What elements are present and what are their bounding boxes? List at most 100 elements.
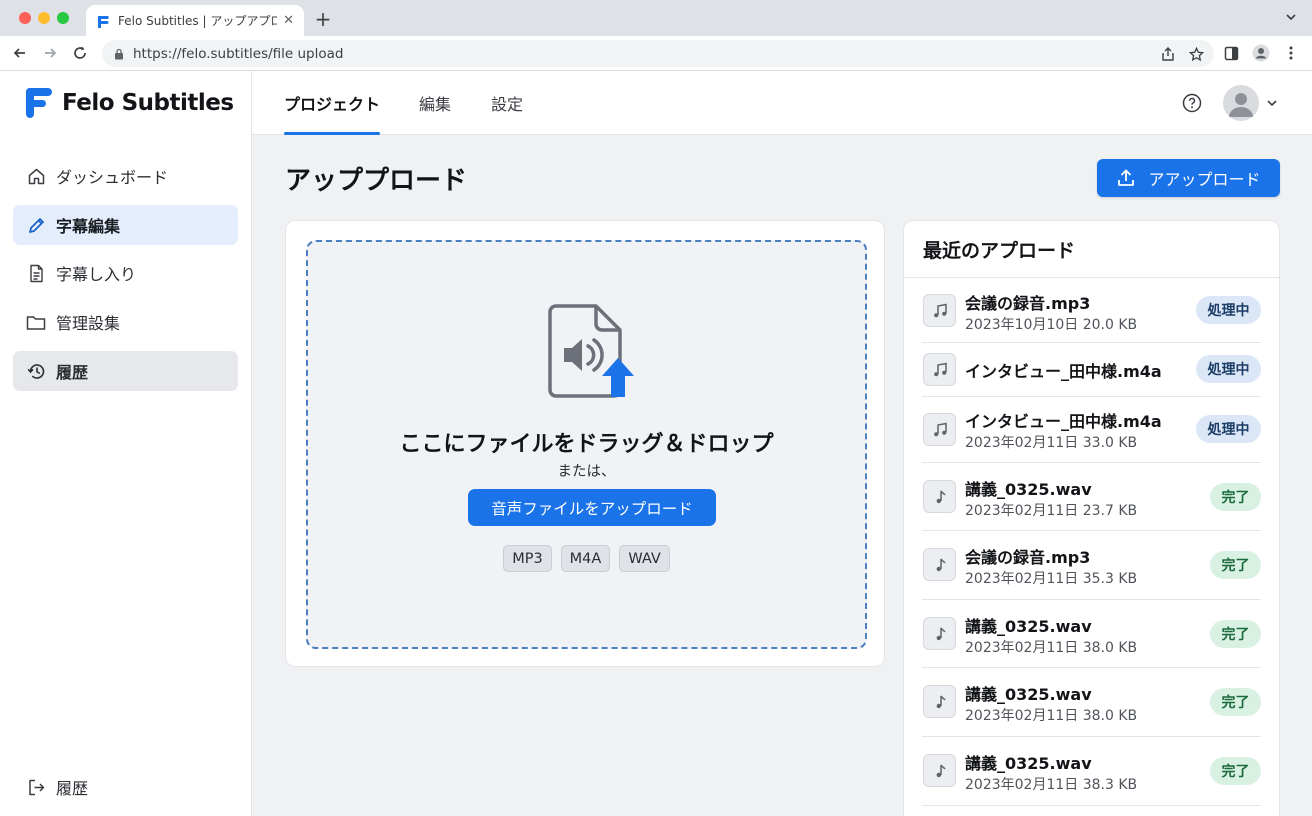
file-name: 講義_0325.wav <box>965 617 1092 636</box>
avatar[interactable] <box>1223 85 1259 121</box>
drop-or-text: または、 <box>557 464 616 480</box>
file-name: 講義_0325.wav <box>965 754 1092 773</box>
file-name: 講義_0325.wav <box>965 685 1092 704</box>
sidebar-item-management[interactable]: 管理設集 <box>13 302 238 342</box>
brand-name: Felo Subtitles <box>62 89 234 116</box>
format-chip: MP3 <box>503 545 552 572</box>
file-name: 講義_0325.wav <box>965 480 1092 499</box>
minimize-window-button[interactable] <box>38 12 50 24</box>
drop-title: ここにファイルをドラッグ＆ドロップ <box>399 432 774 457</box>
folder-icon <box>26 312 46 332</box>
profile-icon[interactable] <box>1252 44 1270 62</box>
list-item[interactable]: 会議の録音.mp3 2023年10月10日 20.0 KB 処理中 <box>922 278 1261 343</box>
new-tab-button[interactable]: + <box>314 7 332 31</box>
file-meta: 2023年02月11日 38.0 KB <box>965 640 1138 656</box>
file-meta: 2023年02月11日 33.0 KB <box>965 435 1138 451</box>
format-chip: WAV <box>619 545 670 572</box>
browser-tab-bar: Felo Subtitles | アップアプロード ✕ + <box>0 0 1312 36</box>
url-text: https://felo.subtitles/file upload <box>133 45 344 62</box>
recent-uploads-panel: 最近のアプロード 会議の録音.mp3 2023年10月10日 20.0 KB 処… <box>903 220 1280 816</box>
file-meta: 2023年10月10日 20.0 KB <box>965 317 1138 333</box>
status-badge: 完了 <box>1210 688 1261 716</box>
help-icon[interactable] <box>1182 93 1202 113</box>
tab-close-icon[interactable]: ✕ <box>283 13 294 28</box>
status-badge: 完了 <box>1210 551 1261 579</box>
upload-button[interactable]: アアップロード <box>1097 159 1280 197</box>
side-panel-icon[interactable] <box>1222 44 1240 62</box>
choose-audio-file-button[interactable]: 音声ファイルをアップロード <box>468 489 716 526</box>
status-badge: 処理中 <box>1196 355 1261 383</box>
drop-zone[interactable]: ここにファイルをドラッグ＆ドロップ または、 音声ファイルをアップロード MP3… <box>306 240 867 649</box>
list-item[interactable]: 講義_0325.wav 2023年02月11日 23.7 KB 完了 <box>922 463 1261 531</box>
music-note-icon <box>923 353 956 386</box>
sidebar-item-subtitle-edit[interactable]: 字幕編集 <box>13 205 238 245</box>
forward-icon[interactable] <box>40 43 60 63</box>
audio-file-upload-icon <box>548 304 634 398</box>
share-icon[interactable] <box>1160 46 1176 62</box>
file-name: インタビュー_田中様.m4a <box>965 412 1162 431</box>
sidebar-item-label: 字幕し入り <box>56 265 137 284</box>
sidebar: Felo Subtitles ダッシュボード 字幕編集 字幕し入り 管理設集 履… <box>0 71 252 816</box>
list-item[interactable]: インタビュー_田中様.m4a 処理中 <box>922 343 1261 397</box>
sidebar-item-label: 字幕編集 <box>56 217 121 236</box>
file-name: 会議の録音.mp3 <box>965 548 1091 567</box>
eighth-note-icon <box>923 548 956 581</box>
eighth-note-icon <box>923 480 956 513</box>
tab-settings[interactable]: 設定 <box>491 71 523 135</box>
sidebar-item-dashboard[interactable]: ダッシュボード <box>13 156 238 196</box>
status-badge: 完了 <box>1210 620 1261 648</box>
eighth-note-icon <box>923 685 956 718</box>
page-title: アッププロード <box>285 166 468 196</box>
back-icon[interactable] <box>10 43 30 63</box>
tab-search-chevron-icon[interactable] <box>1284 10 1298 24</box>
eighth-note-icon <box>923 617 956 650</box>
chevron-down-icon[interactable] <box>1266 97 1278 109</box>
tab-label: 設定 <box>491 95 524 114</box>
top-nav: プロジェクト 編集 設定 <box>252 71 1312 135</box>
user-icon <box>1229 93 1253 117</box>
reload-icon[interactable] <box>70 43 90 63</box>
sidebar-item-label: 履歴 <box>56 779 89 798</box>
sidebar-item-logout[interactable]: 履歴 <box>13 767 238 807</box>
browser-toolbar: https://felo.subtitles/file upload <box>0 36 1312 71</box>
browser-tab[interactable]: Felo Subtitles | アップアプロード ✕ <box>86 5 304 36</box>
sidebar-item-history[interactable]: 履歴 <box>13 351 238 391</box>
browser-menu-icon[interactable] <box>1282 44 1300 62</box>
felo-logo-icon <box>26 88 52 118</box>
eighth-note-icon <box>923 754 956 787</box>
file-meta: 2023年02月11日 38.0 KB <box>965 708 1138 724</box>
file-meta: 2023年02月11日 35.3 KB <box>965 571 1138 587</box>
file-name: 会議の録音.mp3 <box>965 294 1091 313</box>
file-name: インタビュー_田中様.m4a <box>965 362 1162 381</box>
brand[interactable]: Felo Subtitles <box>26 86 234 119</box>
sidebar-item-label: 管理設集 <box>56 314 121 333</box>
sidebar-item-label: ダッシュボード <box>56 168 169 187</box>
tab-projects[interactable]: プロジェクト <box>284 71 381 135</box>
home-icon <box>26 166 46 186</box>
tab-label: プロジェクト <box>284 95 381 114</box>
close-window-button[interactable] <box>19 12 31 24</box>
tab-edit[interactable]: 編集 <box>419 71 451 135</box>
upload-icon <box>1118 169 1135 186</box>
format-chip: M4A <box>560 545 611 572</box>
pencil-icon <box>26 215 46 235</box>
list-item[interactable]: インタビュー_田中様.m4a 2023年02月11日 33.0 KB 処理中 <box>922 397 1261 463</box>
list-item[interactable]: 会議の録音.mp3 2023年02月11日 35.3 KB 完了 <box>922 531 1261 600</box>
bookmark-star-icon[interactable] <box>1188 46 1204 62</box>
tab-label: 編集 <box>419 95 452 114</box>
list-item[interactable]: 講義_0325.wav 2023年02月11日 38.0 KB 完了 <box>922 600 1261 668</box>
list-item[interactable]: 講義_0325.wav 2023年02月11日 38.0 KB 完了 <box>922 668 1261 737</box>
sidebar-item-subtitle-insert[interactable]: 字幕し入り <box>13 253 238 293</box>
document-icon <box>26 263 46 283</box>
logout-icon <box>26 777 46 797</box>
music-note-icon <box>923 294 956 327</box>
status-badge: 完了 <box>1210 483 1261 511</box>
maximize-window-button[interactable] <box>57 12 69 24</box>
upload-card: ここにファイルをドラッグ＆ドロップ または、 音声ファイルをアップロード MP3… <box>285 220 885 667</box>
felo-favicon-icon <box>98 15 109 28</box>
list-item[interactable]: 講義_0325.wav 2023年02月11日 38.3 KB 完了 <box>922 737 1261 806</box>
file-meta: 2023年02月11日 38.3 KB <box>965 777 1138 793</box>
music-note-icon <box>923 413 956 446</box>
address-bar[interactable]: https://felo.subtitles/file upload <box>102 40 1214 67</box>
format-list: MP3 M4A WAV <box>308 545 865 572</box>
